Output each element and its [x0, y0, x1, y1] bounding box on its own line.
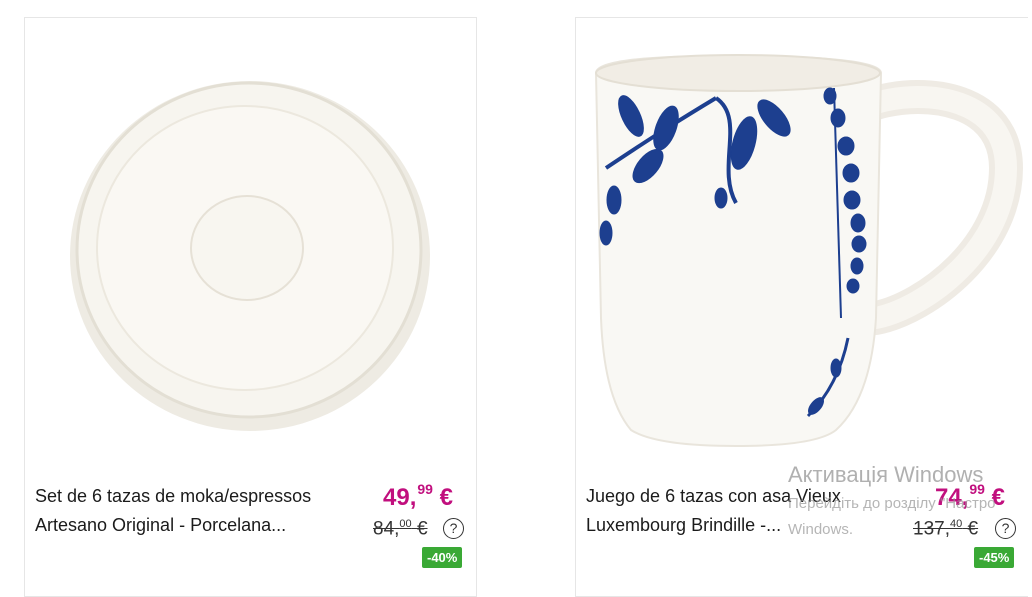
product-old-price: 84,00 € [373, 518, 428, 540]
price-info-icon[interactable]: ? [995, 518, 1016, 539]
product-price: 49,99 € [383, 481, 453, 511]
product-card[interactable]: Set de 6 tazas de moka/espressos Artesan… [24, 17, 477, 597]
discount-badge: -45% [974, 547, 1015, 568]
windows-activation-watermark-text: Перейдіть до розділу "Настро [788, 495, 996, 512]
product-image-mug[interactable] [576, 18, 1029, 468]
product-old-price: 137,40 € [913, 518, 979, 540]
product-title-line1[interactable]: Set de 6 tazas de moka/espressos [35, 482, 311, 511]
discount-badge: -40% [422, 547, 463, 568]
windows-activation-watermark-title: Активація Windows [788, 462, 984, 487]
product-title-line2[interactable]: Luxembourg Brindille -... [586, 511, 781, 540]
product-title-line2[interactable]: Artesano Original - Porcelana... [35, 511, 286, 540]
price-info-icon[interactable]: ? [443, 518, 464, 539]
product-image-saucer[interactable] [25, 18, 478, 468]
windows-activation-watermark-text: Windows. [788, 521, 854, 538]
